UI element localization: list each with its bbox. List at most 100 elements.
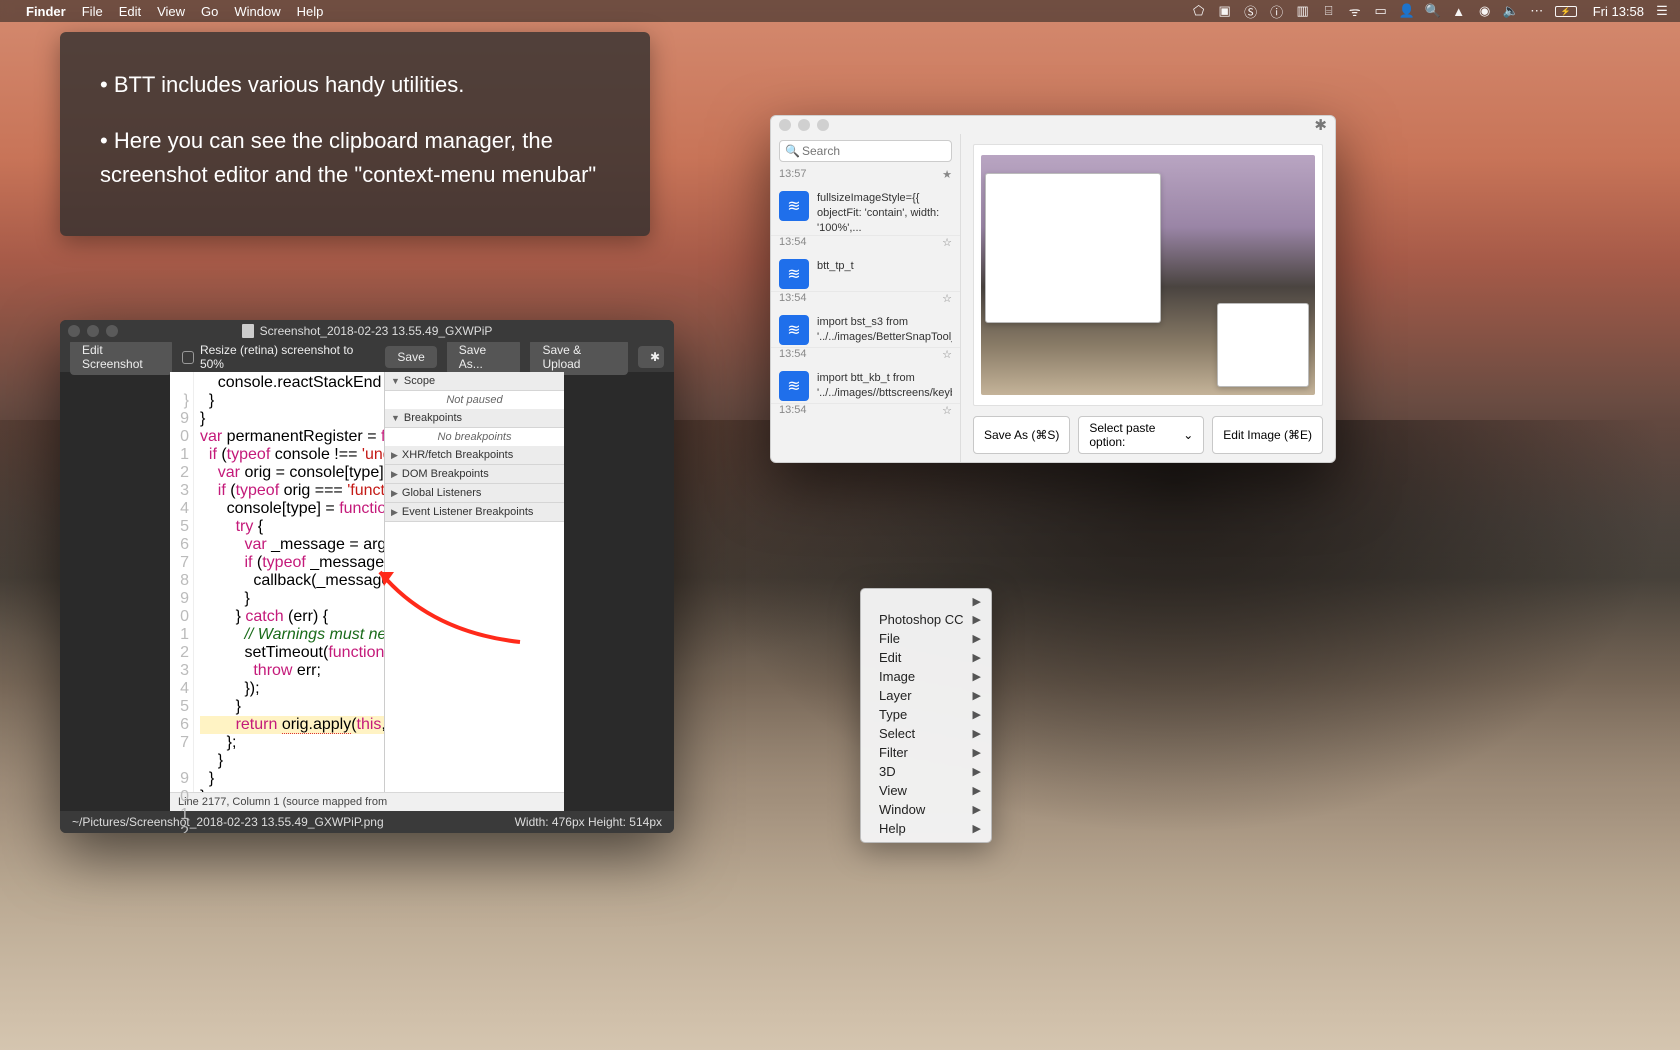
clipboard-item[interactable]: ≋ import bst_s3 from '../../images/Bette… (771, 309, 960, 348)
notification-center-icon[interactable]: ☰ (1654, 3, 1670, 19)
menubar-clock[interactable]: Fri 13:58 (1593, 4, 1644, 19)
screenshot-preview: } 9 0 1 2 3 4 5 6 7 8 9 0 1 2 3 4 5 6 7 … (170, 372, 564, 792)
star-icon[interactable]: ★ (942, 168, 952, 181)
devtools-sidebar: ▼Scope Not paused ▼Breakpoints No breakp… (384, 372, 564, 792)
overlay-line1: • BTT includes various handy utilities. (100, 68, 610, 102)
wifi-icon[interactable]: ᯤ (1347, 3, 1363, 19)
clip-time: 13:54 (779, 292, 807, 305)
chevron-up-down-icon: ⌄ (1183, 428, 1193, 442)
menu-view[interactable]: View (157, 4, 185, 19)
context-menu-item[interactable]: Image▶ (861, 667, 991, 686)
code-status-line: Line 2177, Column 1 (source mapped from (170, 792, 564, 811)
clipboard-titlebar[interactable]: ✱ (771, 116, 1335, 134)
display-icon[interactable]: ▭ (1373, 3, 1389, 19)
star-icon[interactable]: ☆ (942, 348, 952, 361)
clipboard-item[interactable]: ≋ import btt_kb_t from '../../images//bt… (771, 365, 960, 404)
menu-edit[interactable]: Edit (119, 4, 141, 19)
close-icon[interactable] (68, 325, 80, 337)
save-as-button[interactable]: Save As... (447, 339, 521, 375)
minimize-icon[interactable] (798, 119, 810, 131)
code-view: console.reactStackEnd = undefined; } } v… (194, 372, 384, 792)
minimize-icon[interactable] (87, 325, 99, 337)
xhr-breakpoints-header[interactable]: ▶XHR/fetch Breakpoints (385, 446, 564, 465)
context-menu-item[interactable]: 3D▶ (861, 762, 991, 781)
not-paused-label: Not paused (385, 391, 564, 409)
global-listeners-header[interactable]: ▶Global Listeners (385, 484, 564, 503)
user-icon[interactable]: 👤 (1399, 3, 1415, 19)
context-menu-item[interactable]: File▶ (861, 629, 991, 648)
clipboard-item[interactable]: ≋ fullsizeImageStyle={{ objectFit: 'cont… (771, 185, 960, 236)
vscode-icon: ≋ (779, 259, 809, 289)
menubar-extra-2[interactable]: ⌸ (1321, 3, 1337, 19)
editor-toolbar: Edit Screenshot Resize (retina) screensh… (60, 342, 674, 372)
clipboard-list[interactable]: 13:57 ★ ≋ fullsizeImageStyle={{ objectFit… (771, 168, 960, 462)
menubar-status-icon[interactable]: ⓘ (1269, 3, 1285, 19)
edit-image-button[interactable]: Edit Image (⌘E) (1212, 416, 1323, 454)
dropbox-icon[interactable]: ⬠ (1191, 3, 1207, 19)
battery-icon[interactable]: ⚡ (1555, 6, 1577, 17)
resize-checkbox[interactable]: Resize (retina) screenshot to 50% (182, 343, 366, 371)
vscode-icon: ≋ (779, 315, 809, 345)
close-icon[interactable] (779, 119, 791, 131)
context-menu-item[interactable]: Window▶ (861, 800, 991, 819)
menu-window[interactable]: Window (234, 4, 280, 19)
context-menu-item[interactable]: Filter▶ (861, 743, 991, 762)
context-menu-item[interactable]: View▶ (861, 781, 991, 800)
clipboard-sidebar: 🔍 13:57 ★ ≋ fullsizeImageStyle={{ objectF… (771, 134, 961, 462)
context-menu-menubar: ▶ Photoshop CC▶ File▶ Edit▶ Image▶ Layer… (860, 588, 992, 843)
editor-footer: ~/Pictures/Screenshot_2018-02-23 13.55.4… (60, 811, 674, 833)
context-menu-apple[interactable]: ▶ (861, 593, 991, 610)
save-upload-button[interactable]: Save & Upload (530, 339, 628, 375)
context-menu-item[interactable]: Layer▶ (861, 686, 991, 705)
clipboard-preview (973, 144, 1323, 406)
context-menu-item[interactable]: Edit▶ (861, 648, 991, 667)
menubar-app-icon[interactable]: ▣ (1217, 3, 1233, 19)
vscode-icon: ≋ (779, 191, 809, 221)
clip-time: 13:54 (779, 404, 807, 417)
menu-go[interactable]: Go (201, 4, 218, 19)
zoom-icon[interactable] (106, 325, 118, 337)
menu-help[interactable]: Help (297, 4, 324, 19)
skype-icon[interactable]: Ⓢ (1243, 3, 1259, 19)
resize-label: Resize (retina) screenshot to 50% (200, 343, 365, 371)
footer-dimensions: Width: 476px Height: 514px (515, 815, 662, 829)
edit-screenshot-button[interactable]: Edit Screenshot (70, 339, 172, 375)
clipboard-item[interactable]: ≋ btt_tp_t (771, 253, 960, 292)
clip-time: 13:54 (779, 236, 807, 249)
context-menu-item[interactable]: Photoshop CC▶ (861, 610, 991, 629)
clip-time: 13:54 (779, 348, 807, 361)
search-input[interactable] (779, 140, 952, 162)
menubar-app-name[interactable]: Finder (26, 4, 66, 19)
screenshot-editor-window: Screenshot_2018-02-23 13.55.49_GXWPiP Ed… (60, 320, 674, 833)
context-menu-item[interactable]: Help▶ (861, 819, 991, 838)
context-menu-item[interactable]: Type▶ (861, 705, 991, 724)
save-button[interactable]: Save (385, 346, 436, 368)
star-icon[interactable]: ☆ (942, 236, 952, 249)
star-icon[interactable]: ☆ (942, 292, 952, 305)
paste-option-select[interactable]: Select paste option:⌄ (1078, 416, 1204, 454)
gear-icon[interactable]: ✱ (638, 346, 664, 368)
macos-menubar: Finder File Edit View Go Window Help ⬠ ▣… (0, 0, 1680, 22)
siri-icon[interactable]: ◉ (1477, 3, 1493, 19)
gear-icon[interactable]: ✱ (1314, 116, 1327, 134)
vscode-icon: ≋ (779, 371, 809, 401)
scope-header[interactable]: ▼Scope (385, 372, 564, 391)
spotlight-icon[interactable]: 🔍 (1425, 3, 1441, 19)
volume-icon[interactable]: 🔈 (1503, 3, 1519, 19)
dom-breakpoints-header[interactable]: ▶DOM Breakpoints (385, 465, 564, 484)
star-icon[interactable]: ☆ (942, 404, 952, 417)
save-as-button[interactable]: Save As (⌘S) (973, 416, 1070, 454)
window-titlebar[interactable]: Screenshot_2018-02-23 13.55.49_GXWPiP (60, 320, 674, 342)
breakpoints-header[interactable]: ▼Breakpoints (385, 409, 564, 428)
menu-file[interactable]: File (82, 4, 103, 19)
menubar-extra-1[interactable]: ▥ (1295, 3, 1311, 19)
code-gutter: } 9 0 1 2 3 4 5 6 7 8 9 0 1 2 3 4 5 6 7 … (170, 372, 194, 792)
clip-time: 13:57 (779, 168, 807, 181)
context-menu-item[interactable]: Select▶ (861, 724, 991, 743)
airplay-icon[interactable]: ▲ (1451, 3, 1467, 19)
search-icon: 🔍 (785, 144, 800, 158)
event-listener-header[interactable]: ▶Event Listener Breakpoints (385, 503, 564, 522)
menubar-extra-3[interactable]: ⋯ (1529, 3, 1545, 19)
zoom-icon[interactable] (817, 119, 829, 131)
clip-text: fullsizeImageStyle={{ objectFit: 'contai… (817, 191, 952, 233)
